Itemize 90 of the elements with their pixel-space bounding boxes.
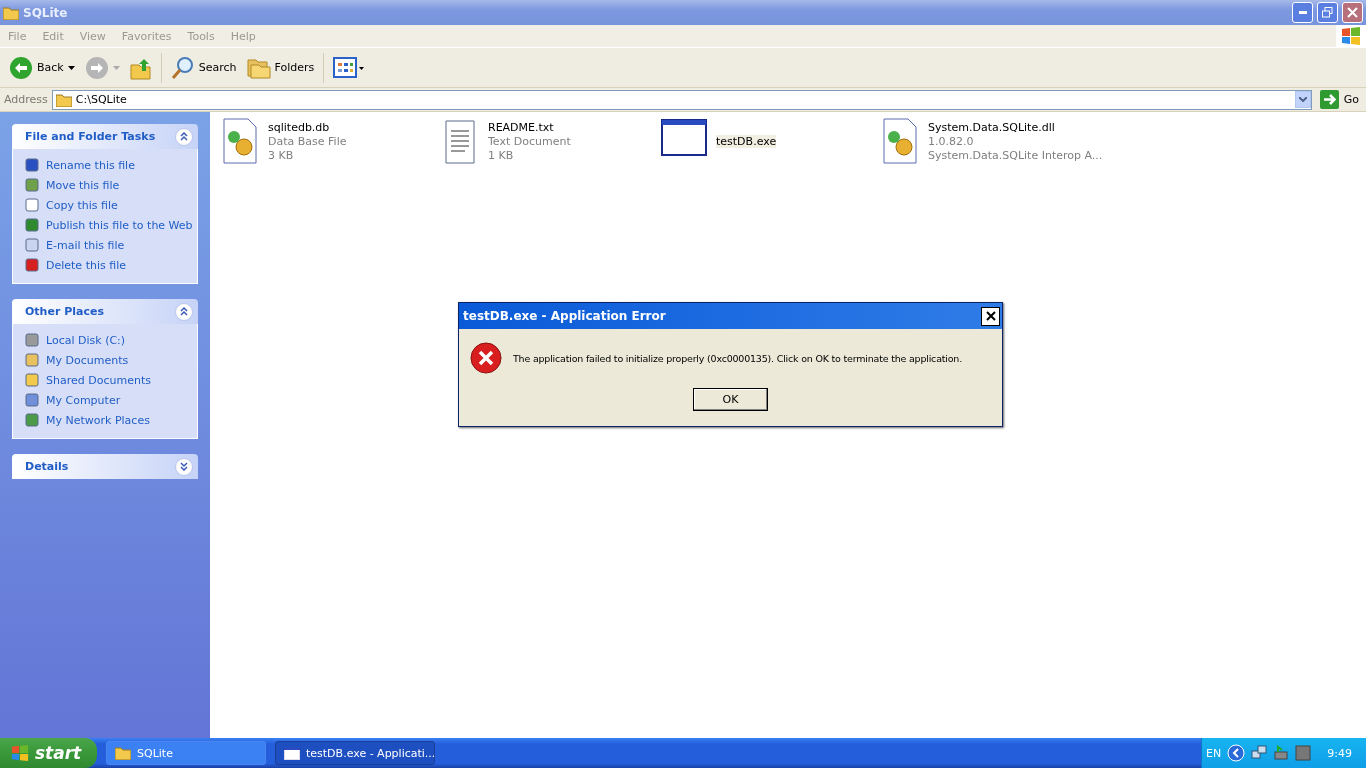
file-detail: 3 KB — [268, 148, 295, 162]
panel-title: Details — [25, 460, 69, 473]
task-icon — [24, 157, 40, 173]
gear-file-icon — [220, 117, 260, 165]
task-icon — [24, 352, 40, 368]
file-detail: Data Base File — [268, 134, 347, 148]
file-name[interactable]: System.Data.SQLite.dll — [928, 120, 1055, 134]
search-button[interactable]: Search — [167, 50, 240, 85]
file-detail: System.Data.SQLite Interop A... — [928, 148, 1103, 162]
restore-button[interactable] — [1317, 2, 1338, 23]
collapse-button[interactable] — [175, 302, 193, 321]
language-indicator[interactable]: EN — [1206, 746, 1222, 760]
task-link[interactable]: Copy this file — [24, 197, 197, 213]
error-message: The application failed to initialize properly (0xc0000135). Click on OK to terminate the application. — [513, 352, 962, 364]
file-detail: 1 KB — [488, 148, 515, 162]
task-icon — [24, 412, 40, 428]
error-icon — [469, 341, 503, 375]
tray-app-icon — [1295, 745, 1312, 761]
windows-flag-icon — [10, 744, 30, 762]
ok-button[interactable]: OK — [693, 388, 768, 411]
collapse-button[interactable] — [175, 127, 193, 146]
menu-item[interactable]: File — [0, 29, 35, 43]
device-icon — [1273, 745, 1290, 761]
minimize-icon — [1298, 11, 1307, 14]
close-button[interactable] — [981, 306, 1000, 326]
dropdown-button[interactable] — [1294, 91, 1311, 108]
task-icon — [24, 177, 40, 193]
caret-icon — [112, 65, 120, 70]
task-icon — [24, 197, 40, 213]
double-chevron-up-icon — [180, 132, 188, 141]
folders-button[interactable]: Folders — [243, 50, 318, 85]
menu-item[interactable]: Help — [222, 29, 264, 43]
task-icon — [24, 372, 40, 388]
close-icon — [1347, 7, 1358, 18]
window-title: SQLite — [23, 5, 69, 20]
close-icon — [985, 311, 996, 321]
file-name[interactable]: README.txt — [488, 120, 554, 134]
menu-item[interactable]: Favorites — [113, 29, 180, 43]
task-link[interactable]: E-mail this file — [24, 237, 197, 253]
window-icon — [284, 746, 300, 760]
address-label: Address — [4, 93, 48, 106]
search-icon — [170, 55, 195, 80]
folders-icon — [246, 56, 271, 79]
file-detail: Text Document — [488, 134, 571, 148]
minimize-button[interactable] — [1292, 2, 1313, 23]
gear-file-icon — [880, 117, 920, 165]
panel-title: Other Places — [25, 305, 104, 318]
chevron-down-icon — [1298, 97, 1307, 102]
dialog-title: testDB.exe - Application Error — [463, 309, 666, 323]
task-link[interactable]: Move this file — [24, 177, 197, 193]
double-chevron-up-icon — [180, 307, 188, 316]
task-link[interactable]: Shared Documents — [24, 372, 197, 388]
double-chevron-down-icon — [180, 462, 188, 471]
network-icon — [1251, 745, 1268, 761]
folder-icon — [115, 746, 131, 760]
task-link[interactable]: Rename this file — [24, 157, 197, 173]
task-link[interactable]: My Computer — [24, 392, 197, 408]
expand-button[interactable] — [175, 457, 193, 476]
taskbar-button[interactable]: testDB.exe - Applicati... — [275, 741, 435, 765]
menu-item[interactable]: Edit — [34, 29, 72, 43]
clock: 9:49 — [1327, 746, 1352, 760]
folder-icon — [55, 92, 72, 107]
go-button[interactable]: Go — [1315, 90, 1363, 109]
address-field[interactable]: C:\SQLite — [51, 89, 1312, 110]
menu-item[interactable]: View — [71, 29, 114, 43]
folder-icon — [3, 5, 19, 20]
file-name[interactable]: sqlitedb.db — [268, 120, 330, 134]
file-name[interactable]: testDB.exe — [716, 134, 777, 148]
task-icon — [24, 332, 40, 348]
views-icon — [333, 56, 366, 79]
go-arrow-icon — [1319, 90, 1339, 109]
caret-icon — [67, 65, 75, 70]
application-window-icon — [660, 117, 708, 157]
task-icon — [24, 217, 40, 233]
chevron-left-icon — [1227, 744, 1246, 762]
restore-icon — [1322, 7, 1333, 18]
file-detail: 1.0.82.0 — [928, 134, 975, 148]
task-link[interactable]: Delete this file — [24, 257, 197, 273]
task-icon — [24, 392, 40, 408]
task-link[interactable]: My Network Places — [24, 412, 197, 428]
back-button[interactable]: Back — [6, 50, 78, 85]
task-link[interactable]: Local Disk (C:) — [24, 332, 197, 348]
start-button[interactable]: start — [0, 738, 97, 768]
taskbar-button[interactable]: SQLite — [106, 741, 266, 765]
task-icon — [24, 257, 40, 273]
task-link[interactable]: Publish this file to the Web — [24, 217, 197, 233]
menu-item[interactable]: Tools — [179, 29, 223, 43]
task-link[interactable]: My Documents — [24, 352, 197, 368]
task-icon — [24, 237, 40, 253]
panel-title: File and Folder Tasks — [25, 130, 156, 143]
